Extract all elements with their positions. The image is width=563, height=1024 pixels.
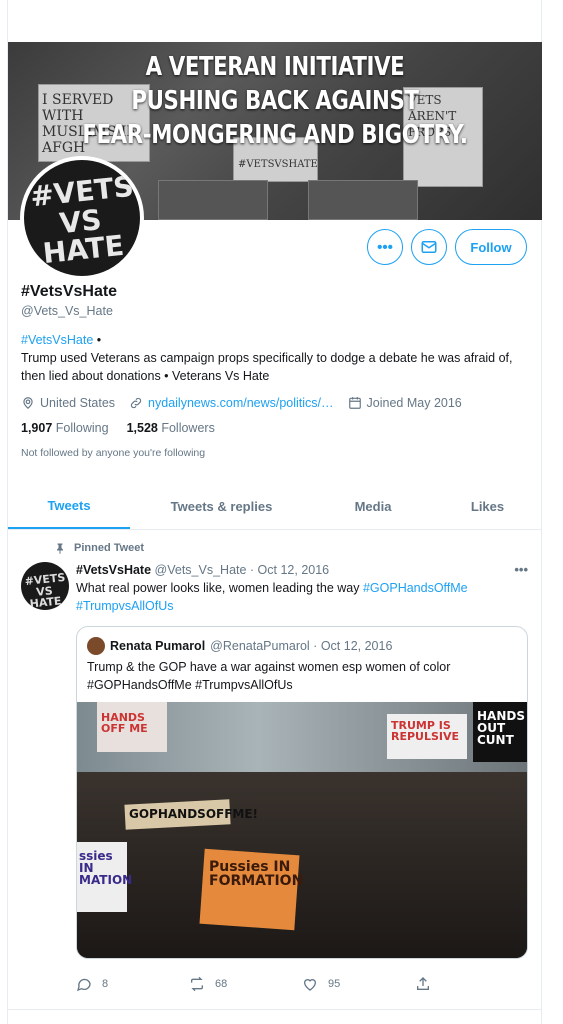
- profile-bio: #VetsVsHate • Trump used Veterans as cam…: [21, 331, 531, 385]
- profile-meta: United States nydailynews.com/news/polit…: [21, 395, 531, 411]
- followers-number: 1,528: [126, 421, 158, 435]
- banner-sign-mid-text: #VETSVSHATE: [238, 159, 318, 170]
- profile-tabs: Tweets Tweets & replies Media Likes: [8, 484, 542, 530]
- tweet-avatar[interactable]: #VETS VS HATE: [21, 562, 69, 610]
- top-bar: [8, 0, 541, 42]
- tweet-body: #VetsVsHate @Vets_Vs_Hate · Oct 12, 2016…: [76, 562, 528, 959]
- reply-count: 8: [102, 978, 109, 990]
- like-count: 95: [328, 978, 341, 990]
- tweet-header: #VetsVsHate @Vets_Vs_Hate · Oct 12, 2016: [76, 562, 528, 578]
- pinned-tweet[interactable]: Pinned Tweet #VETS VS HATE #VetsVsHate @…: [8, 530, 542, 1010]
- photo-sign-text: GOPHANDSOFFME!: [129, 807, 259, 821]
- more-button[interactable]: •••: [367, 229, 403, 265]
- like-button[interactable]: 95: [302, 976, 415, 992]
- pinned-text: Pinned Tweet: [74, 542, 145, 554]
- quoted-meta: @RenataPumarol · Oct 12, 2016: [210, 639, 393, 653]
- location-text: United States: [40, 396, 116, 410]
- followers-label: Followers: [161, 421, 215, 435]
- tweet-meta: @Vets_Vs_Hate · Oct 12, 2016: [154, 563, 330, 577]
- joined-item: Joined May 2016: [348, 395, 462, 411]
- quoted-author-name: Renata Pumarol: [110, 639, 206, 653]
- following-count[interactable]: 1,907 Following: [21, 421, 109, 435]
- retweet-button[interactable]: 68: [189, 976, 302, 992]
- quoted-text-line: Trump & the GOP have a war against women…: [87, 660, 451, 674]
- quoted-text: Trump & the GOP have a war against women…: [87, 658, 517, 694]
- retweet-icon: [191, 976, 203, 992]
- tweet-text-main: What real power looks like, women leadin…: [76, 581, 363, 595]
- tweet-actions: 8 68 95: [76, 976, 528, 992]
- following-label: Following: [55, 421, 109, 435]
- tab-media[interactable]: Media: [313, 484, 433, 529]
- reply-button[interactable]: 8: [76, 976, 189, 992]
- tab-tweets[interactable]: Tweets: [8, 484, 130, 529]
- profile-handle: @Vets_Vs_Hate: [21, 304, 113, 318]
- banner-title: A VETERAN INITIATIVE PUSHING BACK AGAINS…: [56, 50, 494, 152]
- bio-text: Trump used Veterans as campaign props sp…: [21, 351, 513, 383]
- banner-title-line: A VETERAN INITIATIVE: [145, 52, 405, 82]
- calendar-icon: [348, 397, 361, 409]
- heart-icon: [303, 979, 317, 991]
- profile-name: #VetsVsHate: [21, 283, 118, 300]
- photo-crowd: [77, 772, 527, 958]
- pinned-label: Pinned Tweet: [54, 542, 144, 554]
- tweet-hashtag[interactable]: #TrumpvsAllOfUs: [76, 599, 173, 613]
- bio-bullet: •: [93, 333, 102, 347]
- photo-sign-text: HANDS OFF ME: [101, 711, 148, 735]
- followers-count[interactable]: 1,528 Followers: [127, 421, 215, 435]
- quoted-tweet-header: Renata Pumarol @RenataPumarol · Oct 12, …: [87, 637, 517, 655]
- banner-photo: [308, 180, 418, 220]
- banner-title-line: PUSHING BACK AGAINST: [131, 86, 419, 116]
- banner-photo: [158, 180, 268, 220]
- quoted-tweet[interactable]: Renata Pumarol @RenataPumarol · Oct 12, …: [76, 626, 528, 959]
- joined-text: Joined May 2016: [366, 396, 462, 410]
- quoted-tweet-content: Renata Pumarol @RenataPumarol · Oct 12, …: [77, 627, 527, 702]
- banner-title-line: FEAR-MONGERING AND BIGOTRY.: [82, 120, 468, 150]
- tab-likes[interactable]: Likes: [433, 484, 542, 529]
- website-link[interactable]: nydailynews.com/news/politics/…: [148, 395, 334, 411]
- bio-hashtag[interactable]: #VetsVsHate: [21, 333, 93, 347]
- avatar-text: VS HATE: [41, 202, 126, 271]
- photo-sign-text: Pussies IN FORMATION: [209, 859, 304, 889]
- profile-actions: ••• Follow: [367, 229, 527, 265]
- tweet-hashtag[interactable]: #GOPHandsOffMe: [363, 581, 468, 595]
- following-number: 1,907: [21, 421, 53, 435]
- link-icon: [130, 397, 142, 409]
- follow-button[interactable]: Follow: [455, 229, 527, 265]
- quoted-text-line: #GOPHandsOffMe #TrumpvsAllOfUs: [87, 678, 293, 692]
- more-icon: •••: [377, 238, 393, 256]
- quoted-photo[interactable]: HANDS OFF ME TRUMP IS REPULSIVE HANDS OU…: [77, 702, 527, 958]
- website-item[interactable]: nydailynews.com/news/politics/…: [129, 395, 334, 411]
- tweet-author-name[interactable]: #VetsVsHate: [76, 563, 151, 577]
- tweet-more-icon[interactable]: •••: [514, 562, 528, 577]
- tweet-text: What real power looks like, women leadin…: [76, 579, 528, 615]
- retweet-count: 68: [215, 978, 228, 990]
- message-button[interactable]: [411, 229, 447, 265]
- pin-icon: [57, 543, 63, 554]
- profile-frame: I SERVED WITH MUSLIMS IN AFGH VETS AREN'…: [7, 0, 542, 1024]
- photo-sign-text: ssies IN MATION: [79, 849, 133, 887]
- tweet-avatar-text: VS HATE: [29, 584, 63, 610]
- location-icon: [23, 397, 33, 410]
- envelope-icon: [421, 241, 437, 253]
- quoted-avatar: [87, 637, 105, 655]
- photo-sign-text: HANDS OUT CUNT: [477, 709, 525, 747]
- share-button[interactable]: [415, 976, 528, 992]
- not-followed-note: Not followed by anyone you're following: [21, 447, 206, 459]
- tab-tweets-replies[interactable]: Tweets & replies: [130, 484, 313, 529]
- profile-counts: 1,907 Following 1,528 Followers: [21, 421, 531, 435]
- share-icon: [417, 977, 429, 990]
- photo-sign-text: TRUMP IS REPULSIVE: [391, 719, 460, 743]
- location-item: United States: [21, 395, 115, 411]
- reply-icon: [76, 978, 91, 992]
- profile-avatar[interactable]: #VETS VS HATE: [20, 156, 144, 280]
- profile-info: #VetsVsHate @Vets_Vs_Hate #VetsVsHate • …: [21, 282, 531, 459]
